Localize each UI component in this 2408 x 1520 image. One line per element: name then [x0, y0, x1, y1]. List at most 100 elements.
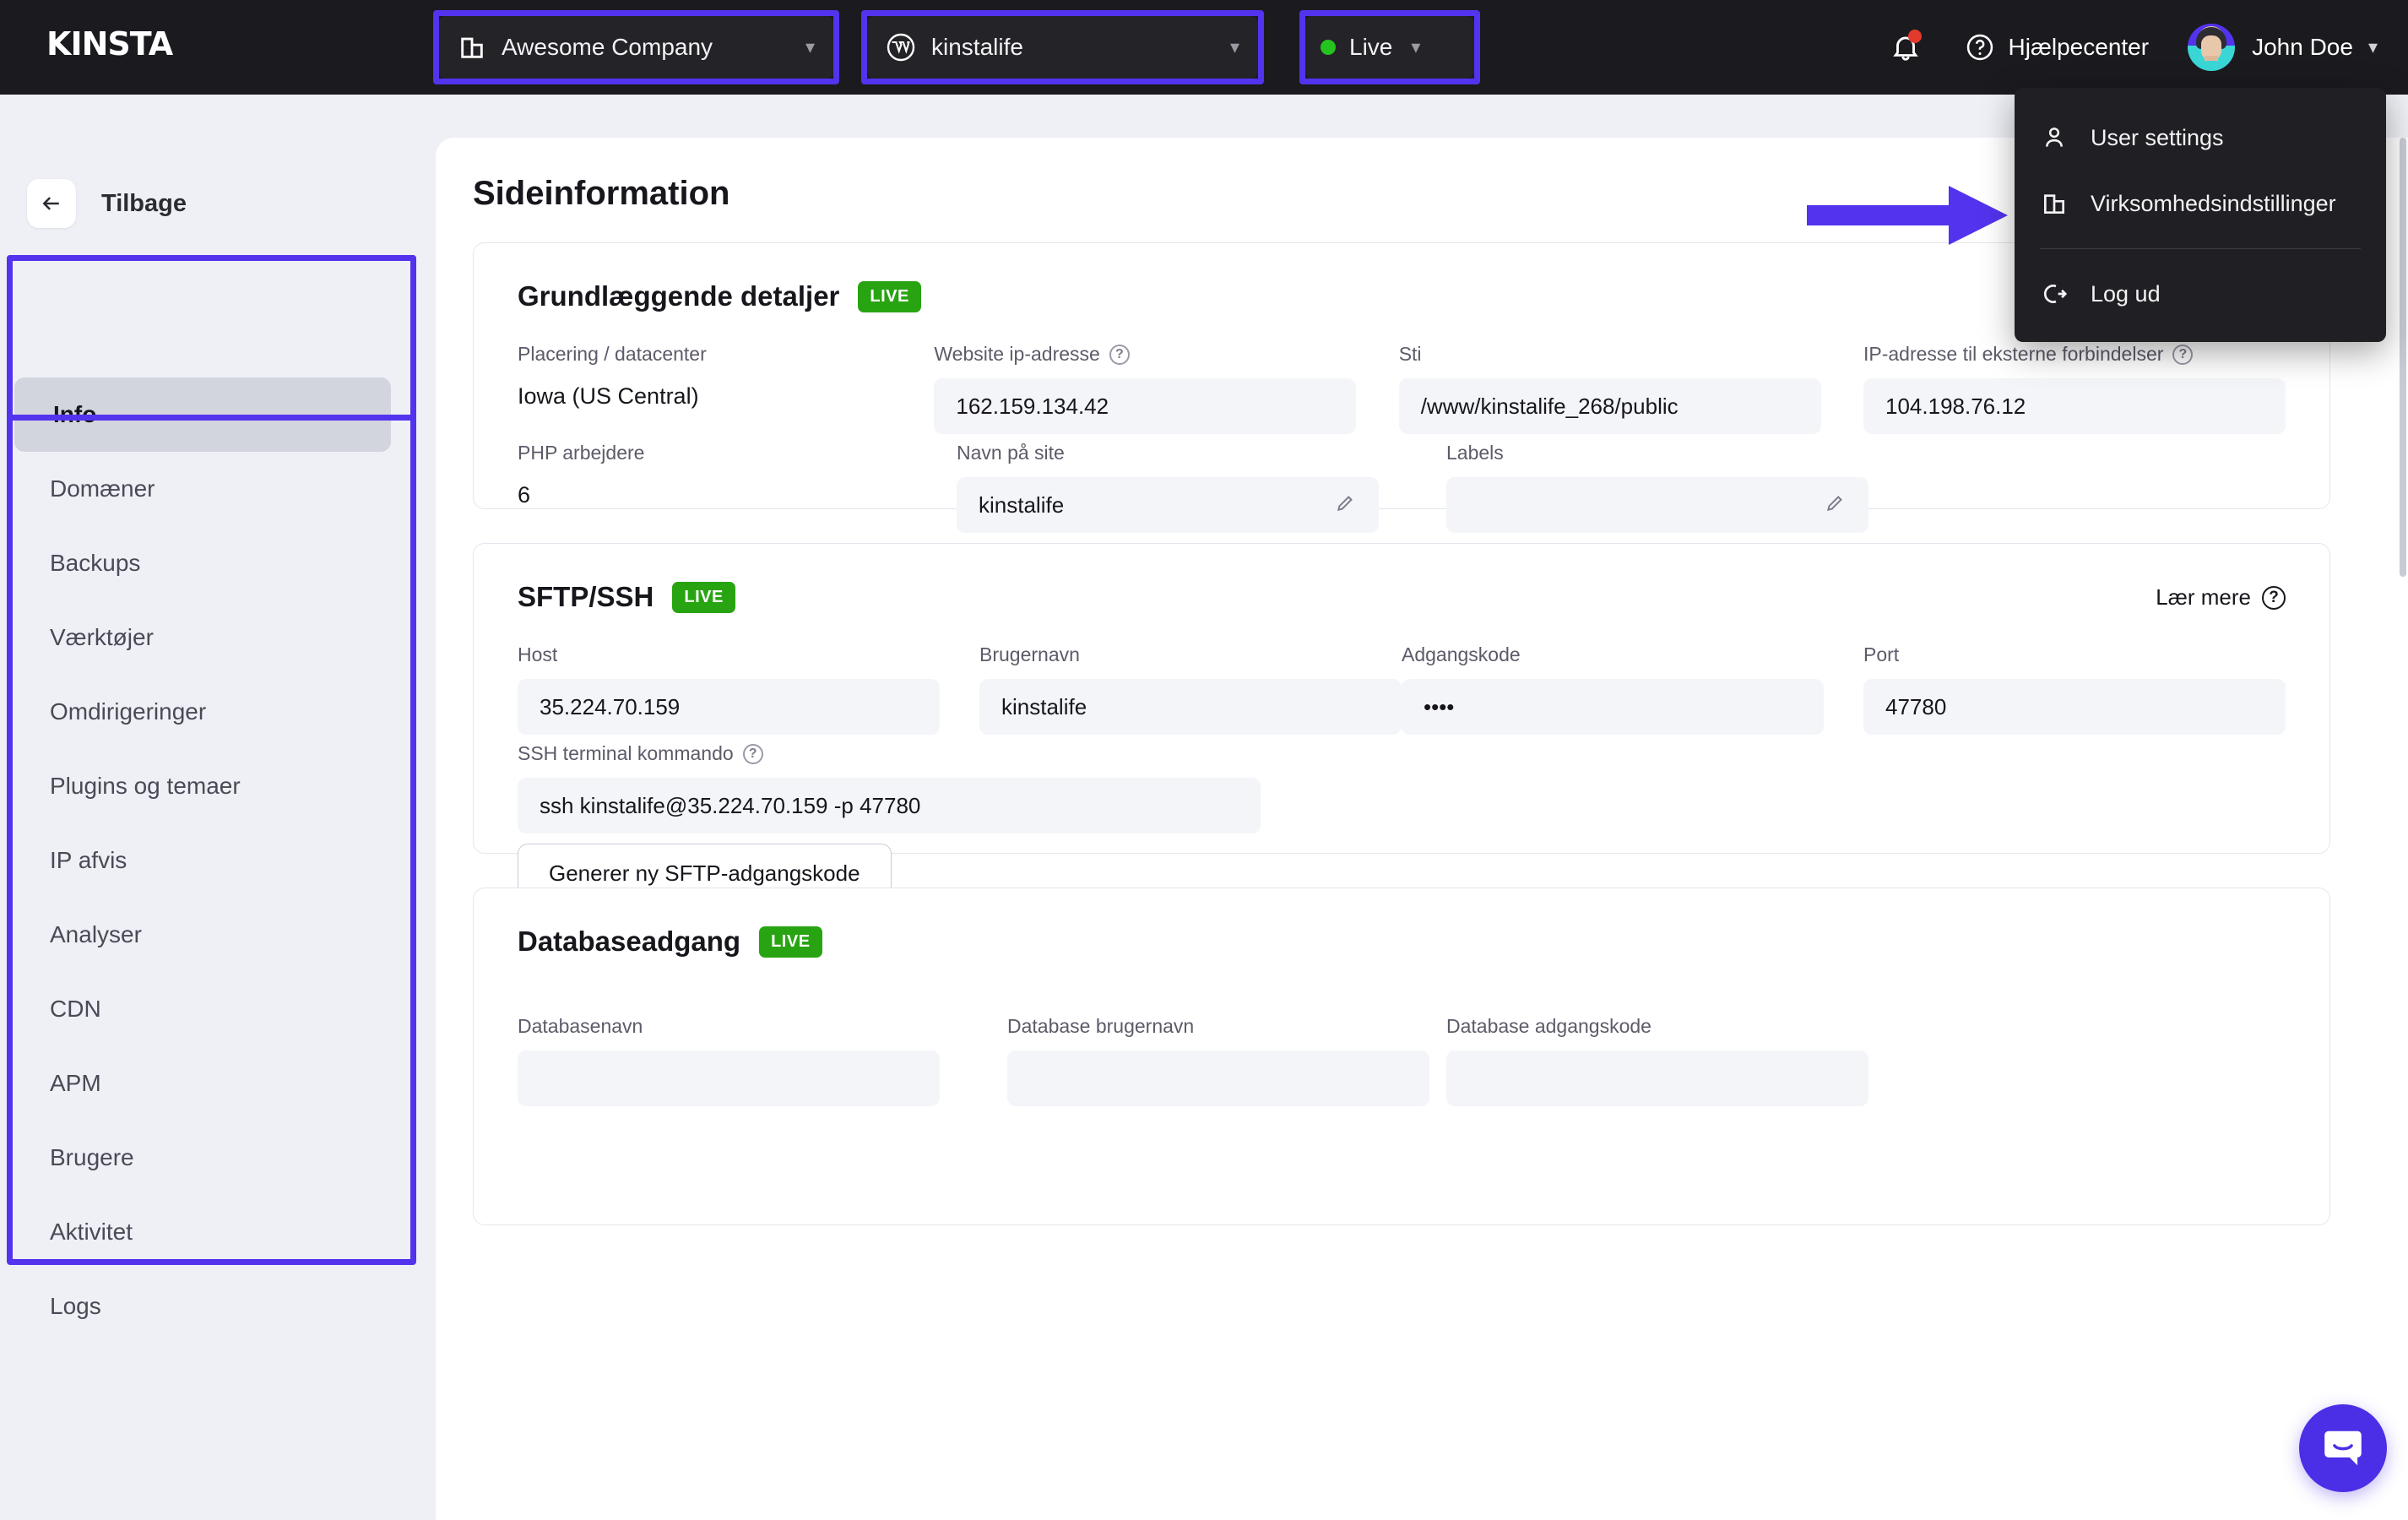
field-value[interactable]: kinstalife — [979, 679, 1402, 735]
field-label: Adgangskode — [1402, 643, 1521, 665]
wordpress-icon — [886, 32, 916, 62]
card-header: Databaseadgang LIVE — [474, 888, 2329, 958]
learn-more-label: Lær mere — [2156, 584, 2251, 610]
edit-pencil-icon[interactable] — [1825, 491, 1847, 519]
sidebar-item-vaerktoejer[interactable]: Værktøjer — [11, 600, 416, 675]
chat-bubble-icon — [2324, 1430, 2362, 1466]
field-value[interactable] — [518, 1050, 940, 1106]
scrollbar-thumb[interactable] — [2400, 138, 2406, 577]
field-value[interactable] — [1446, 1050, 1868, 1106]
field-label: PHP arbejdere — [518, 442, 645, 464]
field-value[interactable]: 162.159.134.42 — [934, 378, 1357, 434]
learn-more-link[interactable]: Lær mere ? — [2156, 584, 2286, 611]
field-database-password: Database adgangskode — [1446, 1015, 1936, 1106]
status-badge: LIVE — [858, 280, 921, 312]
card-title: Databaseadgang — [518, 926, 741, 957]
question-circle-icon[interactable]: ? — [2172, 344, 2194, 365]
scrollbar[interactable] — [2398, 138, 2408, 1520]
sidebar-item-backups[interactable]: Backups — [11, 526, 416, 600]
company-selector[interactable]: Awesome Company ▾ — [439, 16, 833, 79]
menu-item-label: Virksomhedsindstillinger — [2091, 190, 2336, 216]
sidebar-item-label: Brugere — [50, 1144, 134, 1170]
field-username: Brugernavn kinstalife — [979, 643, 1402, 735]
site-selector[interactable]: kinstalife ▾ — [867, 16, 1258, 79]
main-content: Sideinformation Grundlæggende detaljer L… — [436, 138, 2408, 1520]
avatar[interactable] — [2188, 24, 2236, 71]
field-path: Sti /www/kinstalife_268/public — [1398, 343, 1863, 434]
logout-icon — [2040, 280, 2069, 308]
field-host: Host 35.224.70.159 — [518, 643, 979, 735]
sidebar-item-logs[interactable]: Logs — [11, 1269, 416, 1344]
sidebar-item-apm[interactable]: APM — [11, 1046, 416, 1121]
chevron-down-icon: ▾ — [1229, 36, 1239, 57]
sidebar-item-plugins-og-temaer[interactable]: Plugins og temaer — [11, 749, 416, 823]
menu-item-log-out[interactable]: Log ud — [2015, 261, 2386, 327]
question-circle-icon[interactable]: ? — [742, 743, 763, 764]
chevron-down-icon: ▾ — [805, 36, 815, 57]
database-fields-row: Databasenavn Database brugernavn Databas… — [518, 1015, 2286, 1106]
menu-divider — [2040, 248, 2361, 249]
field-label: Database adgangskode — [1446, 1015, 1651, 1037]
chat-bubble-button[interactable] — [2299, 1404, 2387, 1492]
sidebar-item-cdn[interactable]: CDN — [11, 972, 416, 1046]
sidebar-item-aktivitet[interactable]: Aktivitet — [11, 1195, 416, 1269]
field-label: Databasenavn — [518, 1015, 643, 1037]
field-label: SSH terminal kommando — [518, 742, 734, 764]
field-port: Port 47780 — [1863, 643, 2286, 735]
sidebar-item-label: Omdirigeringer — [50, 698, 207, 725]
field-value[interactable] — [1007, 1050, 1429, 1106]
status-badge: LIVE — [672, 581, 735, 613]
sidebar-item-domaener[interactable]: Domæner — [11, 452, 416, 526]
company-building-icon — [2040, 189, 2069, 218]
field-label: Navn på site — [957, 442, 1065, 464]
arrow-left-icon — [27, 179, 76, 228]
company-building-icon — [458, 33, 486, 62]
field-value[interactable]: 47780 — [1863, 679, 2286, 735]
field-value: Iowa (US Central) — [518, 383, 699, 409]
environment-selector-label: Live — [1349, 34, 1393, 60]
sidebar-item-label: Domæner — [50, 475, 155, 502]
field-value-wrap[interactable] — [1446, 477, 1868, 533]
sidebar-item-label: Analyser — [50, 921, 142, 947]
edit-pencil-icon[interactable] — [1335, 491, 1357, 519]
sidebar-item-omdirigeringer[interactable]: Omdirigeringer — [11, 675, 416, 749]
sidebar-item-ip-afvis[interactable]: IP afvis — [11, 823, 416, 898]
environment-selector[interactable]: Live ▾ — [1305, 16, 1474, 79]
sidebar: Tilbage Info Domæner Backups Værktøjer O… — [0, 95, 436, 1520]
back-button[interactable]: Tilbage — [27, 179, 187, 228]
sidebar-item-analyser[interactable]: Analyser — [11, 898, 416, 972]
ssh-terminal-row: SSH terminal kommando ? ssh kinstalife@3… — [518, 742, 2286, 833]
annotation-arrow-icon — [1807, 186, 2008, 245]
help-center-link[interactable]: Hjælpecenter — [1965, 32, 2150, 62]
card-title: SFTP/SSH — [518, 581, 654, 612]
field-website-ip: Website ip-adresse ? 162.159.134.42 — [934, 343, 1398, 434]
kinsta-logo[interactable]: KINSTA — [46, 25, 173, 62]
field-value[interactable]: •••• — [1402, 679, 1824, 735]
field-value[interactable]: 104.198.76.12 — [1863, 378, 2286, 434]
menu-item-label: Log ud — [2091, 280, 2161, 307]
sidebar-item-brugere[interactable]: Brugere — [11, 1121, 416, 1195]
help-center-label: Hjælpecenter — [2008, 34, 2150, 60]
sidebar-item-info[interactable]: Info — [14, 377, 391, 452]
menu-item-label: User settings — [2091, 124, 2224, 150]
field-value[interactable]: 35.224.70.159 — [518, 679, 940, 735]
live-status-dot — [1321, 40, 1336, 55]
sidebar-item-label: Værktøjer — [50, 624, 154, 650]
field-password: Adgangskode •••• — [1402, 643, 1863, 735]
chevron-down-icon[interactable]: ▾ — [2368, 36, 2378, 58]
menu-item-company-settings[interactable]: Virksomhedsindstillinger — [2015, 171, 2386, 236]
menu-item-user-settings[interactable]: User settings — [2015, 105, 2386, 171]
notifications-button[interactable] — [1880, 22, 1931, 73]
page-title: Sideinformation — [473, 175, 730, 212]
sftp-fields-row: Host 35.224.70.159 Brugernavn kinstalife… — [518, 643, 2286, 735]
field-labels: Labels — [1446, 442, 1936, 533]
field-value[interactable]: /www/kinstalife_268/public — [1398, 378, 1821, 434]
field-value-wrap[interactable]: kinstalife — [957, 477, 1379, 533]
field-label: Website ip-adresse — [934, 343, 1100, 365]
question-circle-icon[interactable]: ? — [1109, 344, 1130, 365]
field-value[interactable]: ssh kinstalife@35.224.70.159 -p 47780 — [518, 778, 1261, 833]
sidebar-item-label: Logs — [50, 1293, 101, 1319]
field-label: Labels — [1446, 442, 1504, 464]
basic-fields-row-2: PHP arbejdere 6 Navn på site kinstalife … — [518, 442, 2286, 533]
user-name-label[interactable]: John Doe — [2252, 34, 2353, 61]
